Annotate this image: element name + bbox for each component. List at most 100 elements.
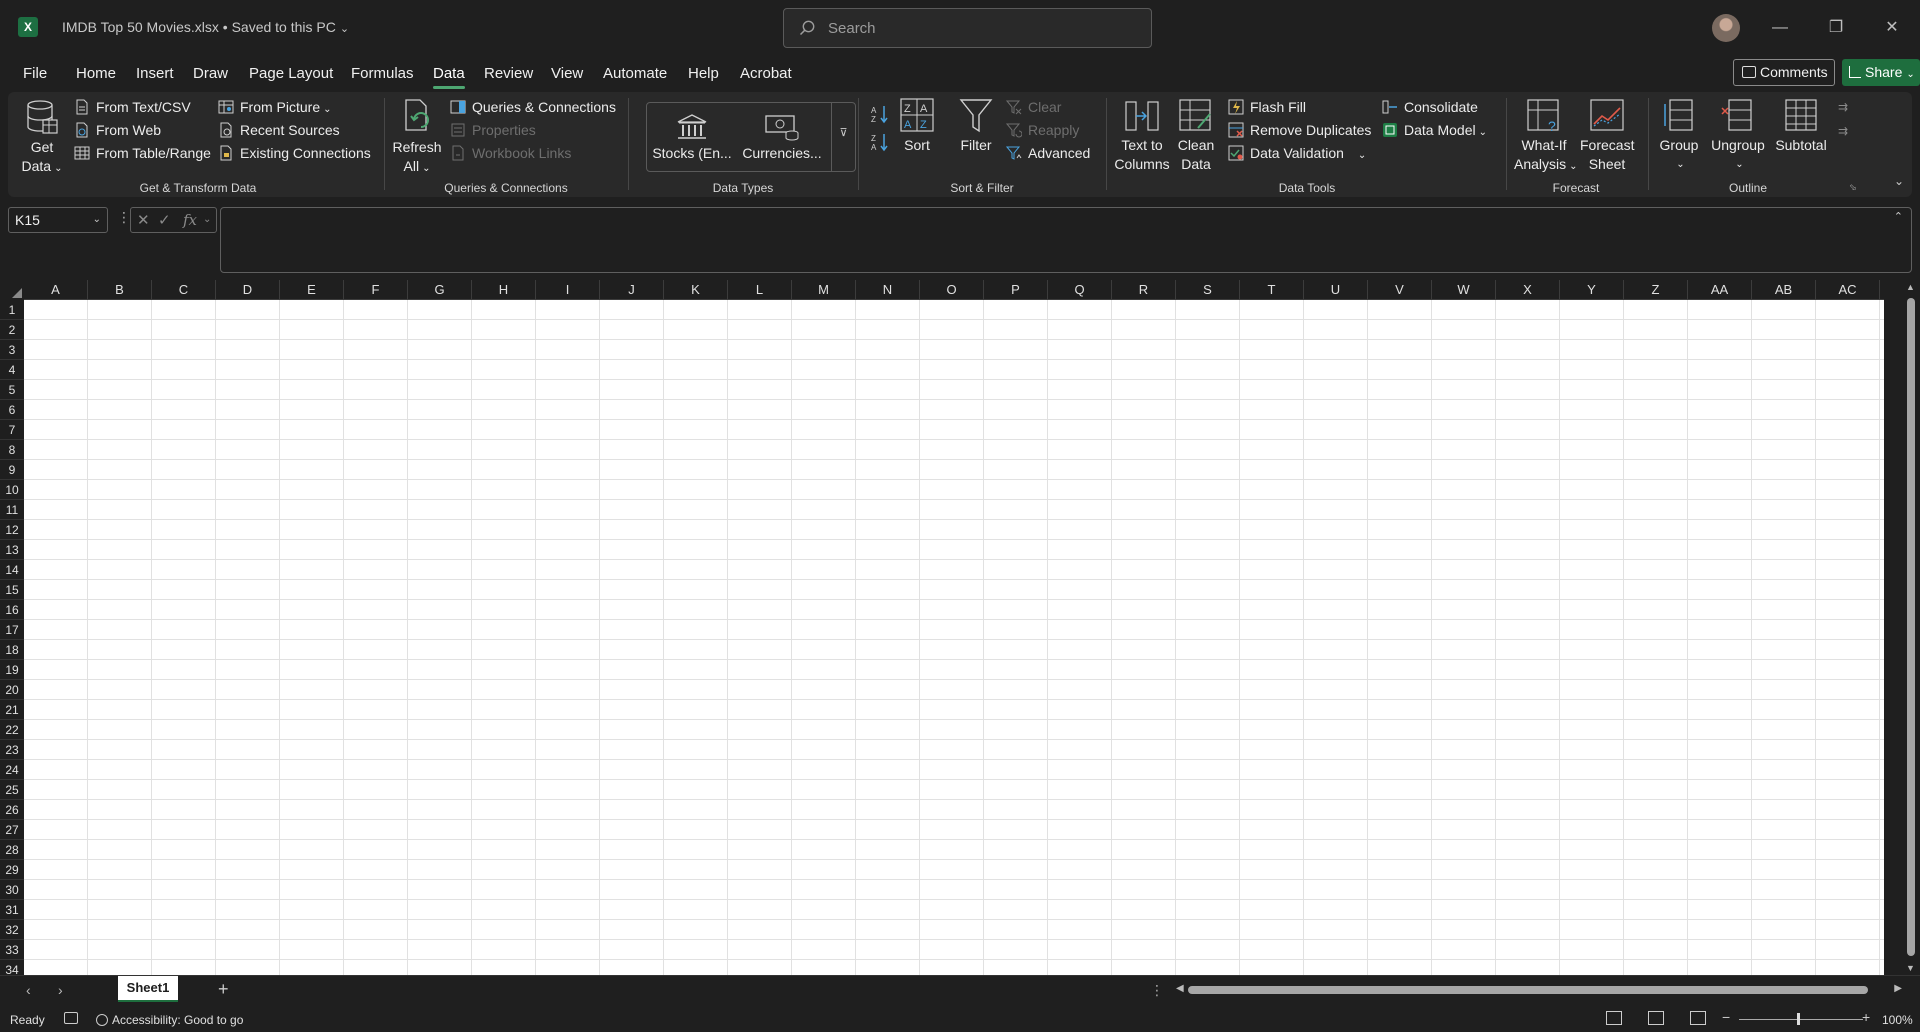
from-table-range-button[interactable]: From Table/Range: [74, 142, 211, 164]
horizontal-scroll-thumb[interactable]: [1188, 986, 1868, 994]
existing-connections-button[interactable]: Existing Connections: [218, 142, 371, 164]
document-title[interactable]: IMDB Top 50 Movies.xlsx • Saved to this …: [62, 19, 349, 35]
row-header[interactable]: 12: [0, 520, 24, 540]
row-header[interactable]: 14: [0, 560, 24, 580]
cancel-entry-icon[interactable]: ✕: [137, 211, 150, 229]
normal-view-icon[interactable]: [1606, 1011, 1622, 1025]
column-header[interactable]: Z: [1624, 280, 1688, 300]
sort-descending-icon[interactable]: ZA: [870, 132, 890, 152]
vertical-scroll-thumb[interactable]: [1907, 298, 1915, 956]
scroll-up-icon[interactable]: ▲: [1906, 282, 1915, 292]
row-header[interactable]: 4: [0, 360, 24, 380]
get-data-button[interactable]: Get Data ⌄: [18, 98, 66, 178]
tab-insert[interactable]: Insert: [136, 65, 174, 82]
minimize-icon[interactable]: —: [1768, 16, 1792, 40]
row-header[interactable]: 13: [0, 540, 24, 560]
formula-bar-options-icon[interactable]: ⋮: [117, 209, 131, 226]
remove-duplicates-button[interactable]: Remove Duplicates: [1228, 119, 1371, 141]
scroll-down-icon[interactable]: ▼: [1906, 963, 1915, 973]
show-detail-icon[interactable]: ⇉: [1838, 100, 1848, 114]
previous-sheet-icon[interactable]: ‹: [26, 982, 31, 998]
select-all-button[interactable]: [0, 280, 24, 300]
close-icon[interactable]: ✕: [1880, 16, 1904, 40]
row-header[interactable]: 1: [0, 300, 24, 320]
page-layout-view-icon[interactable]: [1648, 1011, 1664, 1025]
row-header[interactable]: 33: [0, 940, 24, 960]
column-header[interactable]: Y: [1560, 280, 1624, 300]
stocks-data-type[interactable]: Stocks (En...: [651, 103, 733, 171]
row-header[interactable]: 9: [0, 460, 24, 480]
column-header[interactable]: J: [600, 280, 664, 300]
what-if-analysis-button[interactable]: ? What-If Analysis ⌄: [1514, 98, 1578, 176]
column-header[interactable]: G: [408, 280, 472, 300]
row-header[interactable]: 2: [0, 320, 24, 340]
zoom-out-icon[interactable]: −: [1722, 1009, 1730, 1025]
group-button[interactable]: Group ⌄: [1656, 98, 1702, 174]
tab-file[interactable]: File: [23, 65, 47, 82]
row-header[interactable]: 26: [0, 800, 24, 820]
data-validation-button[interactable]: Data Validation ⌄: [1228, 142, 1366, 164]
zoom-in-icon[interactable]: +: [1862, 1009, 1870, 1025]
row-header[interactable]: 28: [0, 840, 24, 860]
column-header[interactable]: W: [1432, 280, 1496, 300]
zoom-level[interactable]: 100%: [1882, 1013, 1913, 1027]
confirm-entry-icon[interactable]: ✓: [158, 211, 171, 229]
tab-view[interactable]: View: [551, 65, 583, 82]
sort-button[interactable]: ZAAZ Sort: [896, 98, 938, 155]
workbook-links-button[interactable]: Workbook Links: [450, 142, 571, 164]
row-header[interactable]: 22: [0, 720, 24, 740]
subtotal-button[interactable]: Subtotal: [1772, 98, 1830, 155]
column-header[interactable]: AC: [1816, 280, 1880, 300]
row-header[interactable]: 17: [0, 620, 24, 640]
tab-draw[interactable]: Draw: [193, 65, 228, 82]
reapply-button[interactable]: Reapply: [1006, 119, 1079, 141]
row-header[interactable]: 6: [0, 400, 24, 420]
row-header[interactable]: 24: [0, 760, 24, 780]
zoom-slider[interactable]: [1739, 1019, 1863, 1020]
column-header[interactable]: AB: [1752, 280, 1816, 300]
user-avatar[interactable]: [1712, 14, 1740, 42]
data-types-more-icon[interactable]: ⊽: [831, 103, 855, 171]
row-header[interactable]: 21: [0, 700, 24, 720]
column-header[interactable]: E: [280, 280, 344, 300]
column-header[interactable]: N: [856, 280, 920, 300]
refresh-all-button[interactable]: Refresh All ⌄: [392, 98, 442, 178]
row-header[interactable]: 15: [0, 580, 24, 600]
tab-acrobat[interactable]: Acrobat: [740, 65, 792, 82]
clear-filter-button[interactable]: Clear: [1006, 96, 1061, 118]
column-header[interactable]: F: [344, 280, 408, 300]
tab-help[interactable]: Help: [688, 65, 719, 82]
column-header[interactable]: V: [1368, 280, 1432, 300]
filter-button[interactable]: Filter: [956, 98, 996, 155]
currencies-data-type[interactable]: Currencies...: [741, 103, 823, 171]
column-header[interactable]: H: [472, 280, 536, 300]
column-header[interactable]: X: [1496, 280, 1560, 300]
column-header[interactable]: D: [216, 280, 280, 300]
outline-dialog-launcher-icon[interactable]: ⬂: [1849, 182, 1857, 193]
tab-data[interactable]: Data: [433, 65, 465, 89]
flash-fill-button[interactable]: Flash Fill: [1228, 96, 1306, 118]
row-header[interactable]: 11: [0, 500, 24, 520]
column-header[interactable]: P: [984, 280, 1048, 300]
column-header[interactable]: B: [88, 280, 152, 300]
tab-review[interactable]: Review: [484, 65, 533, 82]
accessibility-status[interactable]: Accessibility: Good to go: [96, 1013, 243, 1027]
sort-ascending-icon[interactable]: AZ: [870, 104, 890, 124]
comments-button[interactable]: Comments: [1733, 59, 1835, 86]
recent-sources-button[interactable]: Recent Sources: [218, 119, 340, 141]
column-header[interactable]: O: [920, 280, 984, 300]
scroll-left-icon[interactable]: ◀: [1176, 983, 1184, 994]
tab-formulas[interactable]: Formulas: [351, 65, 414, 82]
sheet-tab[interactable]: Sheet1: [118, 976, 178, 1002]
text-to-columns-button[interactable]: Text to Columns: [1114, 98, 1170, 174]
row-header[interactable]: 30: [0, 880, 24, 900]
data-model-button[interactable]: Data Model ⌄: [1382, 119, 1487, 141]
macro-recording-icon[interactable]: [64, 1012, 78, 1024]
column-header[interactable]: K: [664, 280, 728, 300]
row-header[interactable]: 7: [0, 420, 24, 440]
row-header[interactable]: 18: [0, 640, 24, 660]
share-button[interactable]: Share ⌄: [1842, 59, 1920, 86]
horizontal-scrollbar[interactable]: ◀ ▶: [1172, 983, 1902, 997]
row-header[interactable]: 10: [0, 480, 24, 500]
forecast-sheet-button[interactable]: Forecast Sheet: [1580, 98, 1634, 174]
